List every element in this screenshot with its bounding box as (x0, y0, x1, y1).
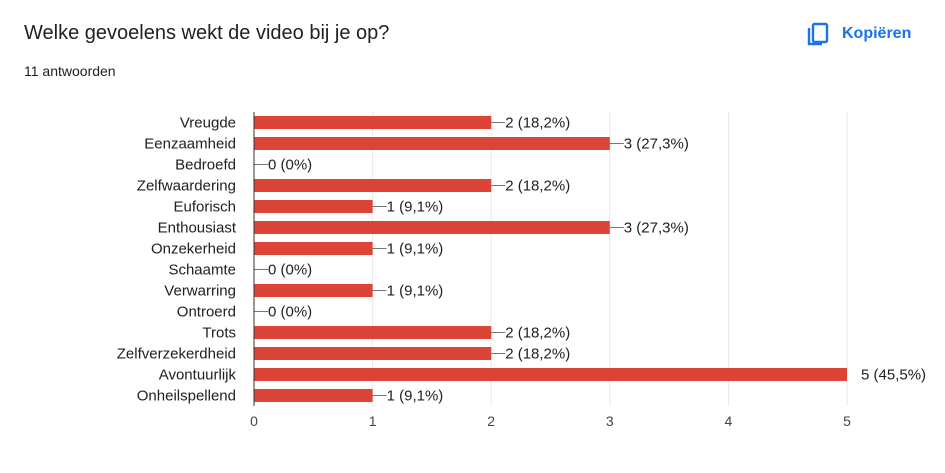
category-label: Schaamte (168, 262, 236, 279)
category-label: Enthousiast (158, 220, 237, 237)
bar (254, 221, 610, 234)
category-label: Verwarring (164, 283, 236, 300)
bar (254, 347, 492, 360)
value-label: 2 (18,2%) (505, 325, 570, 342)
bar (254, 242, 373, 255)
value-label: 3 (27,3%) (624, 136, 689, 153)
value-label: 0 (0%) (268, 262, 312, 279)
value-label: 3 (27,3%) (624, 220, 689, 237)
x-tick-label: 5 (843, 413, 851, 429)
bar (254, 179, 492, 192)
value-label: 1 (9,1%) (387, 199, 444, 216)
category-label: Euforisch (173, 199, 236, 216)
category-label: Vreugde (180, 115, 236, 132)
value-label: 1 (9,1%) (387, 388, 444, 405)
category-label: Onzekerheid (151, 241, 236, 258)
x-tick-label: 1 (369, 413, 377, 429)
value-label: 2 (18,2%) (505, 178, 570, 195)
bar (254, 137, 610, 150)
category-label: Onheilspellend (137, 388, 236, 405)
bar-chart: 0 1 2 3 4 5 Vreugde 2 (18,2%) Eenzaamheid 3 (27,3… (117, 112, 926, 429)
category-label: Trots (202, 325, 236, 342)
bar (254, 389, 373, 402)
x-tick-label: 0 (250, 413, 258, 429)
value-label: 1 (9,1%) (387, 241, 444, 258)
value-label: 2 (18,2%) (505, 346, 570, 363)
bar (254, 326, 492, 339)
bar (254, 368, 847, 381)
x-tick-label: 2 (487, 413, 495, 429)
value-label: 0 (0%) (268, 304, 312, 321)
value-label: 2 (18,2%) (505, 115, 570, 132)
category-label: Eenzaamheid (144, 136, 236, 153)
category-label: Ontroerd (177, 304, 236, 321)
bar (254, 284, 373, 297)
value-label: 5 (45,5%) (861, 367, 926, 384)
category-label: Bedroefd (175, 157, 236, 174)
x-tick-label: 4 (725, 413, 733, 429)
category-label: Avontuurlijk (159, 367, 237, 384)
bar (254, 116, 492, 129)
category-label: Zelfwaardering (137, 178, 236, 195)
x-tick-label: 3 (606, 413, 614, 429)
value-label: 1 (9,1%) (387, 283, 444, 300)
value-label: 0 (0%) (268, 157, 312, 174)
category-label: Zelfverzekerdheid (117, 346, 236, 363)
bar (254, 200, 373, 213)
